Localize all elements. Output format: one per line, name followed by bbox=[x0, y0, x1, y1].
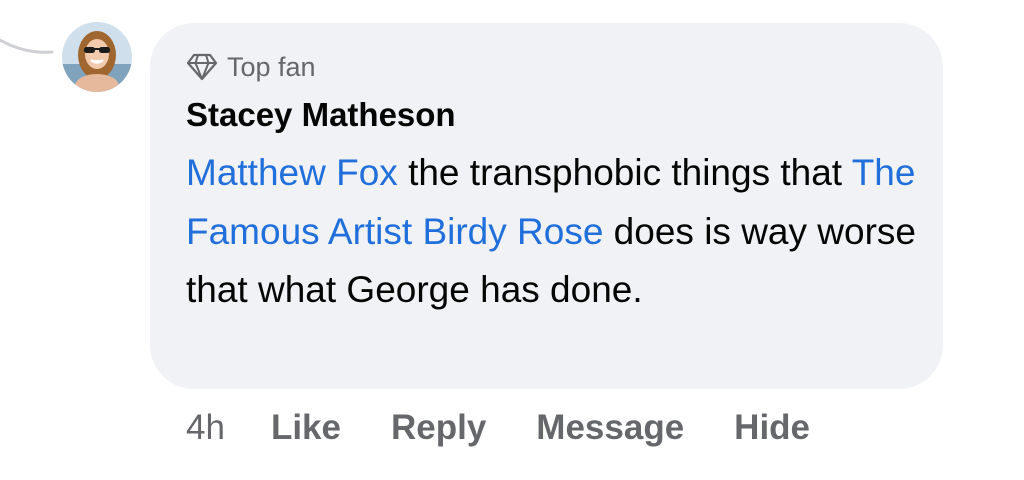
reply-button[interactable]: Reply bbox=[391, 404, 486, 452]
comment-actions: 4h Like Reply Message Hide bbox=[186, 404, 810, 452]
avatar-photo bbox=[62, 22, 132, 92]
message-button[interactable]: Message bbox=[536, 404, 684, 452]
badge-label: Top fan bbox=[227, 52, 316, 82]
top-fan-badge: Top fan bbox=[186, 50, 316, 84]
comment-timestamp[interactable]: 4h bbox=[186, 404, 225, 452]
avatar[interactable] bbox=[62, 22, 132, 92]
thread-connector-line bbox=[0, 38, 54, 54]
comment-text-segment: the transphobic things that bbox=[397, 152, 852, 193]
mention-link[interactable]: Matthew Fox bbox=[186, 152, 398, 193]
like-button[interactable]: Like bbox=[271, 404, 341, 452]
hide-button[interactable]: Hide bbox=[734, 404, 810, 452]
diamond-icon bbox=[186, 53, 218, 81]
comment-text: Matthew Fox the transphobic things that … bbox=[186, 144, 926, 320]
comment-author-name[interactable]: Stacey Matheson bbox=[186, 95, 456, 135]
